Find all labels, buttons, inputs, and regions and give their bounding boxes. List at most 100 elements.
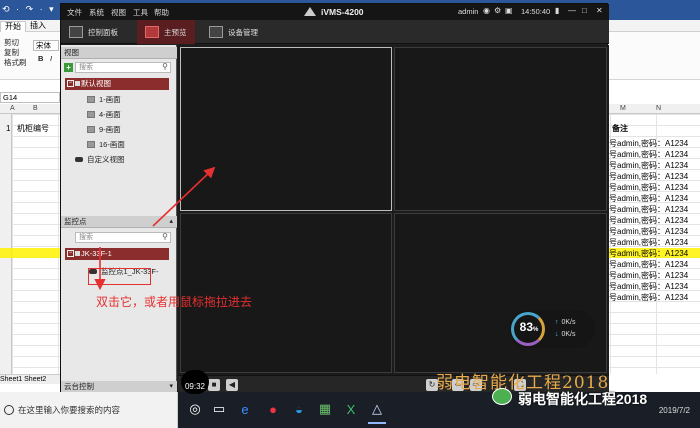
file-explorer-icon[interactable]: ▭: [208, 398, 230, 420]
tab-insert[interactable]: 插入: [26, 21, 50, 31]
bold-button[interactable]: B: [38, 54, 43, 63]
layout-4-icon: [87, 111, 95, 118]
taskbar-search[interactable]: 在这里输入你要搜索的内容: [0, 392, 178, 428]
column-header[interactable]: N: [656, 104, 661, 114]
maximize-icon[interactable]: □: [582, 6, 587, 15]
tree-default-view[interactable]: − 默认视图: [65, 78, 169, 90]
excel-icon[interactable]: X: [340, 398, 362, 420]
view-1-screen[interactable]: 1-画面: [87, 94, 121, 105]
password-cell[interactable]: 号admin,密码：A1234: [609, 227, 688, 237]
stop-all-button[interactable]: ■: [208, 379, 220, 391]
view-16-screen[interactable]: 16-画面: [87, 139, 125, 150]
menu-help[interactable]: 帮助: [154, 7, 169, 18]
monitor-section-header[interactable]: 监控点 ▴: [61, 216, 177, 228]
folder-icon: [75, 81, 80, 86]
search-icon[interactable]: ⚲: [162, 232, 168, 241]
tab-main-view[interactable]: 主预览: [137, 20, 195, 44]
password-cell[interactable]: 号admin,密码：A1234: [609, 260, 688, 270]
quick-access-toolbar[interactable]: ⟲ · ↷ · ▾: [2, 4, 56, 15]
copy-button[interactable]: 复制: [4, 48, 19, 57]
section-title: 云台控制: [64, 382, 94, 391]
cell-cabinet-number[interactable]: 机柜编号: [17, 124, 49, 134]
ivms-taskbar-icon[interactable]: △: [366, 398, 388, 424]
password-cell[interactable]: 号admin,密码：A1234: [609, 150, 688, 160]
column-header[interactable]: M: [620, 104, 626, 114]
row-headers: [0, 114, 12, 374]
name-box[interactable]: G14: [0, 92, 60, 103]
tab-device-management[interactable]: 设备管理: [201, 20, 271, 44]
cut-button[interactable]: 剪切: [4, 38, 19, 47]
collapse-icon[interactable]: −: [67, 250, 74, 257]
password-cell[interactable]: 号admin,密码：A1234: [609, 139, 688, 149]
password-cell[interactable]: 号admin,密码：A1234: [609, 249, 688, 259]
item-label: 16-画面: [99, 140, 125, 149]
password-cell[interactable]: 号admin,密码：A1234: [609, 271, 688, 281]
video-pane-2[interactable]: [394, 47, 607, 211]
password-cell[interactable]: 号admin,密码：A1234: [609, 293, 688, 303]
font-select[interactable]: 宋体: [33, 40, 59, 51]
italic-button[interactable]: I: [50, 54, 52, 63]
app-logo-icon: [304, 7, 316, 16]
menu-file[interactable]: 文件: [67, 7, 82, 18]
settings-icon[interactable]: ⚙: [494, 6, 501, 15]
format-painter-button[interactable]: 格式刷: [4, 58, 27, 67]
section-title: 视图: [64, 48, 79, 57]
tab-label: 控制面板: [88, 27, 118, 37]
custom-view-icon: [75, 157, 83, 162]
view-9-screen[interactable]: 9-画面: [87, 124, 121, 135]
column-header[interactable]: A: [10, 104, 15, 114]
password-cell[interactable]: 号admin,密码：A1234: [609, 205, 688, 215]
tab-home[interactable]: 开始: [0, 21, 26, 32]
lock-screen-icon[interactable]: ▮: [555, 6, 559, 15]
tree-device-jk33f1[interactable]: − JK-33F-1: [65, 248, 169, 260]
video-pane-1[interactable]: [180, 47, 392, 211]
add-view-button[interactable]: +: [64, 63, 73, 72]
password-cell[interactable]: 号admin,密码：A1234: [609, 183, 688, 193]
close-icon[interactable]: ✕: [596, 6, 603, 15]
menu-system[interactable]: 系统: [89, 7, 104, 18]
collapse-icon[interactable]: ▴: [169, 216, 173, 228]
collapse-icon[interactable]: −: [67, 80, 74, 87]
media-player-icon[interactable]: ●: [262, 398, 284, 420]
wechat-logo-icon: [492, 388, 512, 405]
performance-widget: 83% ↑ 0K/s ↓ 0K/s: [509, 310, 595, 348]
edge-icon[interactable]: e: [234, 398, 256, 420]
lock-icon[interactable]: ◉: [483, 6, 490, 15]
password-cell[interactable]: 号admin,密码：A1234: [609, 282, 688, 292]
cortana-icon[interactable]: [4, 405, 14, 415]
app-title: iVMS-4200: [321, 7, 364, 17]
wechat-icon[interactable]: ◎: [184, 398, 206, 420]
cell-remark-header[interactable]: 备注: [612, 124, 628, 134]
sheet-tab[interactable]: Sheet2: [24, 376, 46, 383]
view-4-screen[interactable]: 4-画面: [87, 109, 121, 120]
video-pane-4[interactable]: [394, 213, 607, 373]
qq-browser-icon[interactable]: ◒: [288, 398, 310, 420]
monitor-search-input[interactable]: 搜索 ⚲: [75, 232, 171, 243]
search-icon[interactable]: ⚲: [162, 62, 168, 71]
password-cell[interactable]: 号admin,密码：A1234: [609, 194, 688, 204]
sheet-tab[interactable]: Sheet1: [0, 376, 22, 383]
tree-label: JK-33F-1: [81, 249, 112, 258]
password-cell[interactable]: 号admin,密码：A1234: [609, 161, 688, 171]
column-header[interactable]: B: [33, 104, 38, 114]
layout-1-icon: [87, 96, 95, 103]
item-label: 自定义视图: [87, 155, 125, 164]
view-search-input[interactable]: 搜索 ⚲: [75, 62, 171, 73]
control-panel-icon: [69, 26, 83, 38]
minimize-icon[interactable]: —: [568, 6, 576, 15]
item-label: 9-画面: [99, 125, 121, 134]
item-label: 1-画面: [99, 95, 121, 104]
highlight-box: [88, 268, 151, 285]
layout-icon[interactable]: ▣: [505, 6, 513, 15]
photos-icon[interactable]: ▦: [314, 398, 336, 420]
view-section-header[interactable]: 视图: [61, 47, 177, 59]
password-cell[interactable]: 号admin,密码：A1234: [609, 238, 688, 248]
password-cell[interactable]: 号admin,密码：A1234: [609, 216, 688, 226]
password-cell[interactable]: 号admin,密码：A1234: [609, 172, 688, 182]
title-bar: 文件 系统 视图 工具 帮助 iVMS-4200 admin ◉ ⚙ ▣ 14:…: [61, 4, 609, 20]
menu-tools[interactable]: 工具: [133, 7, 148, 18]
tab-control-panel[interactable]: 控制面板: [61, 20, 135, 44]
custom-view[interactable]: 自定义视图: [75, 154, 125, 165]
audio-icon[interactable]: ◀: [226, 379, 238, 391]
menu-view[interactable]: 视图: [111, 7, 126, 18]
